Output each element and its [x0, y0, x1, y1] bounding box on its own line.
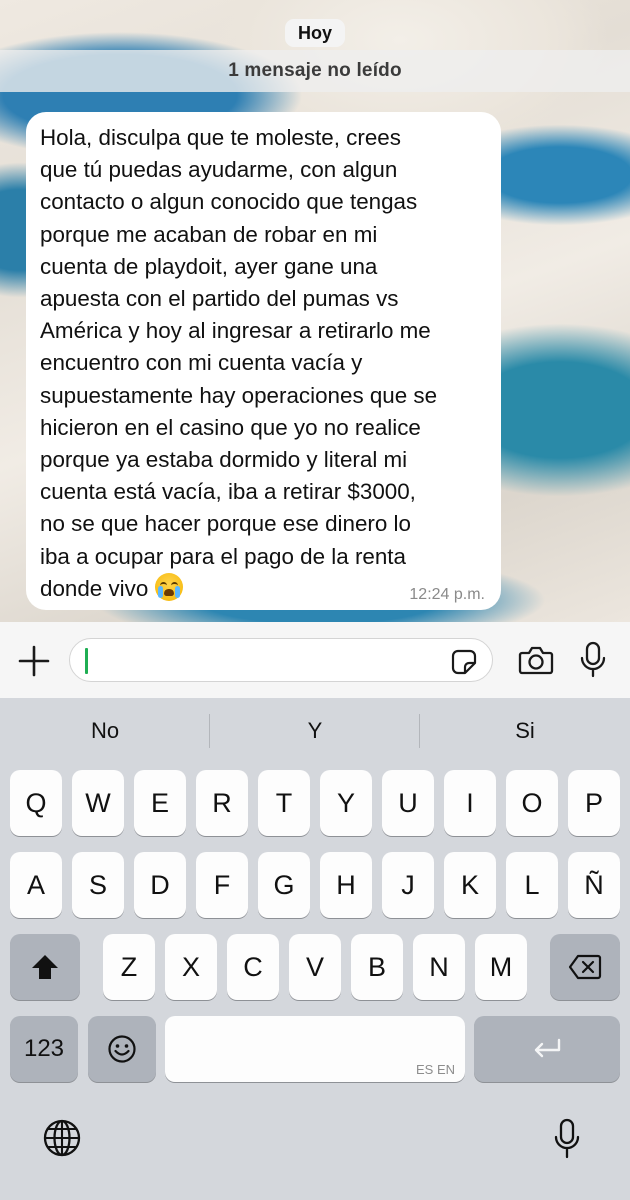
- key-k[interactable]: K: [444, 852, 496, 918]
- key-o[interactable]: O: [506, 770, 558, 836]
- message-line: iba a ocupar para el pago de la renta: [40, 543, 406, 569]
- camera-icon[interactable]: [518, 644, 554, 676]
- return-icon: [534, 1038, 561, 1058]
- microphone-icon[interactable]: [580, 641, 606, 679]
- key-r[interactable]: R: [196, 770, 248, 836]
- key-d[interactable]: D: [134, 852, 186, 918]
- message-line: apuesta con el partido del pumas vs: [40, 286, 399, 312]
- key-v[interactable]: V: [289, 934, 341, 1000]
- key-t[interactable]: T: [258, 770, 310, 836]
- message-line: que tú puedas ayudarme, con algun: [40, 157, 398, 183]
- space-key[interactable]: ES EN: [165, 1016, 465, 1082]
- message-bubble[interactable]: Hola, disculpa que te moleste, crees que…: [26, 112, 501, 610]
- message-line: porque ya estaba dormido y literal mi: [40, 447, 408, 473]
- message-line: supuestamente hay operaciones que se: [40, 382, 438, 408]
- message-input-bar: [0, 622, 630, 698]
- text-cursor: [85, 648, 88, 674]
- prediction-bar: No Y Si: [0, 698, 630, 764]
- key-a[interactable]: A: [10, 852, 62, 918]
- return-key[interactable]: [474, 1016, 620, 1082]
- key-w[interactable]: W: [72, 770, 124, 836]
- message-line: cuenta de playdoit, ayer gane una: [40, 253, 378, 279]
- message-line: América y hoy al ingresar a retirarlo me: [40, 318, 431, 344]
- globe-icon[interactable]: [42, 1118, 82, 1158]
- key-p[interactable]: P: [568, 770, 620, 836]
- message-line: cuenta está vacía, iba a retirar $3000,: [40, 479, 416, 505]
- key-enye[interactable]: Ñ: [568, 852, 620, 918]
- message-line: no se que hacer porque ese dinero lo: [40, 511, 411, 537]
- key-e[interactable]: E: [134, 770, 186, 836]
- message-line: Hola, disculpa que te moleste, crees: [40, 125, 401, 150]
- message-timestamp: 12:24 p.m.: [409, 586, 485, 603]
- keyboard: No Y Si Q W E R T Y U I O P A S D F G H …: [0, 698, 630, 1200]
- backspace-key[interactable]: [550, 934, 620, 1000]
- numbers-key[interactable]: 123: [10, 1016, 78, 1082]
- prediction-suggestion[interactable]: No: [0, 698, 210, 764]
- key-g[interactable]: G: [258, 852, 310, 918]
- key-n[interactable]: N: [413, 934, 465, 1000]
- message-line: contacto o algun conocido que tengas: [40, 189, 418, 215]
- key-h[interactable]: H: [320, 852, 372, 918]
- key-x[interactable]: X: [165, 934, 217, 1000]
- key-y[interactable]: Y: [320, 770, 372, 836]
- message-line: hicieron en el casino que yo no realice: [40, 414, 421, 440]
- key-s[interactable]: S: [72, 852, 124, 918]
- message-line: encuentro con mi cuenta vacía y: [40, 350, 363, 376]
- key-c[interactable]: C: [227, 934, 279, 1000]
- space-language-hint: ES EN: [415, 1062, 455, 1077]
- key-m[interactable]: M: [475, 934, 527, 1000]
- key-z[interactable]: Z: [103, 934, 155, 1000]
- message-text: Hola, disculpa que te moleste, crees que…: [40, 122, 489, 605]
- sticker-icon[interactable]: [450, 648, 478, 676]
- message-line: porque me acaban de robar en mi: [40, 221, 378, 247]
- chat-area: Hoy 1 mensaje no leído Hola, disculpa qu…: [0, 0, 630, 622]
- backspace-icon: [568, 954, 602, 980]
- key-b[interactable]: B: [351, 934, 403, 1000]
- plus-icon[interactable]: [17, 644, 51, 678]
- prediction-suggestion[interactable]: Si: [420, 698, 630, 764]
- emoji-icon: [108, 1035, 136, 1063]
- key-u[interactable]: U: [382, 770, 434, 836]
- prediction-suggestion[interactable]: Y: [210, 698, 420, 764]
- crying-face-emoji-icon: [154, 572, 183, 601]
- shift-icon: [32, 955, 58, 979]
- unread-messages-bar: 1 mensaje no leído: [0, 50, 630, 92]
- key-j[interactable]: J: [382, 852, 434, 918]
- key-q[interactable]: Q: [10, 770, 62, 836]
- message-text-field[interactable]: [69, 638, 493, 682]
- message-line: donde vivo: [40, 575, 149, 601]
- shift-key[interactable]: [10, 934, 80, 1000]
- emoji-key[interactable]: [88, 1016, 156, 1082]
- key-f[interactable]: F: [196, 852, 248, 918]
- key-i[interactable]: I: [444, 770, 496, 836]
- date-pill: Hoy: [284, 19, 346, 47]
- dictation-icon[interactable]: [554, 1118, 580, 1160]
- key-l[interactable]: L: [506, 852, 558, 918]
